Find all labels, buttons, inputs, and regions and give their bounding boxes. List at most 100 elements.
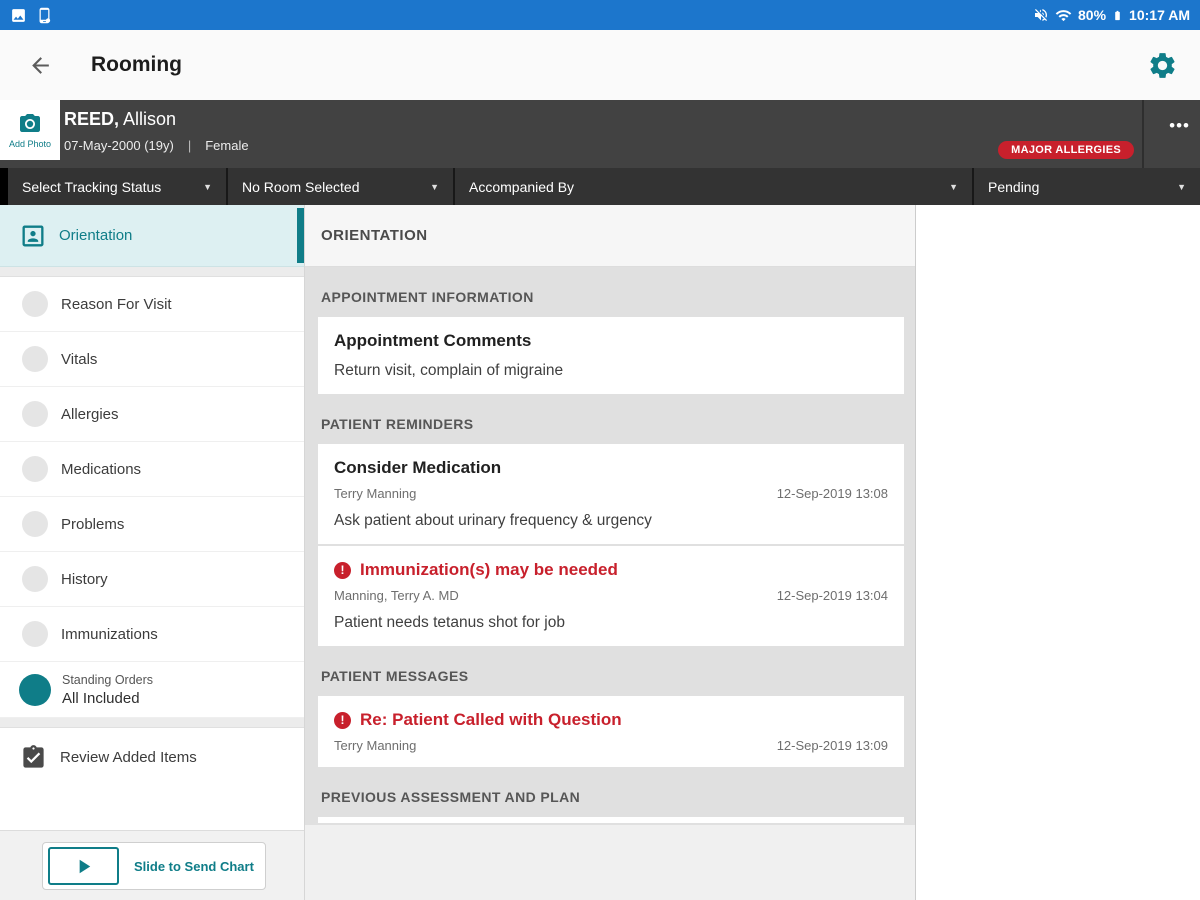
status-bar: 80% 10:17 AM (0, 0, 1200, 30)
sidebar-item-allergies[interactable]: Allergies (0, 387, 304, 442)
status-system-icons: 80% 10:17 AM (1033, 7, 1190, 24)
orientation-panel: ORIENTATION APPOINTMENT INFORMATION Appo… (305, 205, 916, 900)
card-title: Immunization(s) may be needed (360, 560, 618, 580)
sidebar-item-standing-orders[interactable]: Standing Orders All Included (0, 662, 304, 718)
tracking-status-dropdown[interactable]: Select Tracking Status ▼ (8, 168, 228, 205)
selected-indicator-bar (297, 208, 304, 263)
appointment-comments-card[interactable]: Appointment Comments Return visit, compl… (318, 317, 904, 394)
screenshot-image-icon (10, 7, 27, 24)
status-circle-icon (22, 291, 48, 317)
volume-muted-icon (1033, 7, 1049, 23)
sidebar-item-history[interactable]: History (0, 552, 304, 607)
slide-to-send-chart-label: Slide to Send Chart (134, 859, 254, 874)
standing-orders-status: All Included (62, 690, 153, 707)
card-timestamp: 12-Sep-2019 13:08 (777, 486, 888, 501)
clipboard-check-icon (20, 744, 47, 771)
wifi-icon (1055, 7, 1072, 24)
accompanied-by-label: Accompanied By (469, 179, 574, 195)
sidebar-item-problems[interactable]: Problems (0, 497, 304, 552)
slide-to-send-chart-control[interactable]: Slide to Send Chart (42, 842, 266, 890)
sidebar-gap (0, 718, 304, 728)
card-title: Consider Medication (334, 458, 888, 478)
device-settings-icon (36, 7, 53, 24)
room-dropdown[interactable]: No Room Selected ▼ (228, 168, 455, 205)
demographics-separator: | (188, 138, 191, 153)
sidebar-item-label: History (61, 571, 108, 588)
accompanied-by-dropdown[interactable]: Accompanied By ▼ (455, 168, 974, 205)
sidebar-item-label: Medications (61, 461, 141, 478)
tracking-bar-edge (0, 168, 8, 205)
message-card-alert[interactable]: ! Re: Patient Called with Question Terry… (318, 696, 904, 767)
app-bar: Rooming (0, 30, 1200, 100)
sidebar-item-orientation[interactable]: Orientation (0, 205, 304, 267)
room-label: No Room Selected (242, 179, 360, 195)
sidebar-item-label: Problems (61, 516, 124, 533)
card-title-alert: ! Re: Patient Called with Question (334, 710, 888, 730)
card-timestamp: 12-Sep-2019 13:09 (777, 738, 888, 753)
clock-label: 10:17 AM (1129, 7, 1190, 23)
patient-demographics: 07-May-2000 (19y) | Female (64, 138, 249, 153)
partial-card-top (318, 817, 904, 823)
card-meta: Terry Manning 12-Sep-2019 13:08 (334, 486, 888, 501)
standing-orders-title: Standing Orders (62, 673, 153, 687)
patient-banner: Add Photo REED, Allison 07-May-2000 (19y… (0, 100, 1200, 168)
section-header-patient-reminders: PATIENT REMINDERS (305, 394, 915, 444)
alert-exclamation-icon: ! (334, 562, 351, 579)
sidebar-item-medications[interactable]: Medications (0, 442, 304, 497)
sidebar-item-vitals[interactable]: Vitals (0, 332, 304, 387)
sidebar-item-label: Reason For Visit (61, 296, 172, 313)
sidebar-item-reason-for-visit[interactable]: Reason For Visit (0, 277, 304, 332)
tracking-bar: Select Tracking Status ▼ No Room Selecte… (0, 168, 1200, 205)
overflow-menu-icon[interactable]: ••• (1169, 116, 1190, 136)
sidebar-item-immunizations[interactable]: Immunizations (0, 607, 304, 662)
sidebar-footer: Slide to Send Chart (0, 830, 304, 900)
patient-first-name: Allison (123, 109, 176, 129)
pending-dropdown[interactable]: Pending ▼ (974, 168, 1200, 205)
section-header-previous-assessment: PREVIOUS ASSESSMENT AND PLAN (305, 767, 915, 817)
card-meta: Manning, Terry A. MD 12-Sep-2019 13:04 (334, 588, 888, 603)
banner-divider (1142, 100, 1144, 168)
status-circle-icon (22, 456, 48, 482)
section-header-patient-messages: PATIENT MESSAGES (305, 646, 915, 696)
chevron-down-icon: ▼ (949, 182, 958, 192)
alert-exclamation-icon: ! (334, 712, 351, 729)
settings-gear-icon[interactable] (1147, 50, 1178, 81)
card-author: Manning, Terry A. MD (334, 588, 459, 603)
chevron-down-icon: ▼ (1177, 182, 1186, 192)
back-arrow-icon[interactable] (28, 53, 53, 78)
chevron-down-icon: ▼ (203, 182, 212, 192)
sidebar-item-label: Allergies (61, 406, 119, 423)
add-photo-button[interactable]: Add Photo (0, 100, 60, 160)
standing-orders-text: Standing Orders All Included (62, 673, 153, 707)
status-circle-icon (22, 346, 48, 372)
major-allergies-badge[interactable]: MAJOR ALLERGIES (998, 141, 1134, 159)
sidebar-item-review-added-items[interactable]: Review Added Items (0, 728, 304, 786)
patient-name: REED, Allison (64, 109, 176, 130)
add-photo-label: Add Photo (9, 139, 51, 149)
card-author: Terry Manning (334, 738, 416, 753)
status-circle-icon (22, 401, 48, 427)
reminder-card[interactable]: Consider Medication Terry Manning 12-Sep… (318, 444, 904, 544)
play-arrow-icon (72, 855, 95, 878)
status-circle-icon (22, 621, 48, 647)
sidebar-item-label: Immunizations (61, 626, 158, 643)
sidebar-item-label: Vitals (61, 351, 97, 368)
battery-icon (1112, 7, 1123, 24)
slide-handle[interactable] (48, 847, 119, 885)
pending-label: Pending (988, 179, 1039, 195)
patient-dob: 07-May-2000 (19y) (64, 138, 174, 153)
patient-gender: Female (205, 138, 248, 153)
card-timestamp: 12-Sep-2019 13:04 (777, 588, 888, 603)
status-notification-icons (10, 7, 53, 24)
panel-title: ORIENTATION (305, 205, 915, 267)
card-meta: Terry Manning 12-Sep-2019 13:09 (334, 738, 888, 753)
rooming-sidebar: Orientation Reason For Visit Vitals Alle… (0, 205, 305, 900)
section-header-appointment-information: APPOINTMENT INFORMATION (305, 267, 915, 317)
patient-portrait-icon (19, 222, 47, 250)
reminder-card-alert[interactable]: ! Immunization(s) may be needed Manning,… (318, 546, 904, 646)
card-title-alert: ! Immunization(s) may be needed (334, 560, 888, 580)
card-body: Patient needs tetanus shot for job (334, 614, 888, 632)
content-scroll-area[interactable] (305, 825, 915, 900)
card-author: Terry Manning (334, 486, 416, 501)
battery-percent-label: 80% (1078, 7, 1106, 23)
